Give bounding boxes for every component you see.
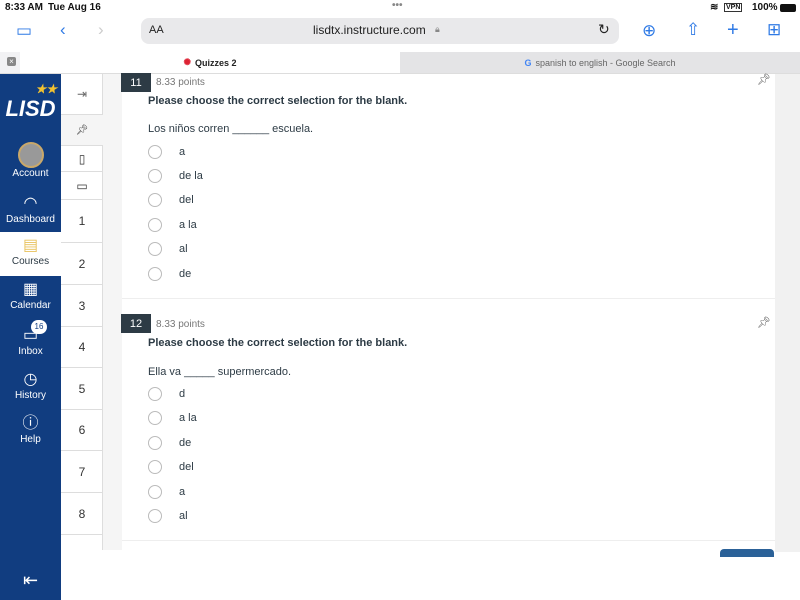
text-size-button[interactable]: AA: [149, 24, 164, 36]
flag-question-icon[interactable]: 📌︎: [757, 316, 771, 329]
radio-button[interactable]: [148, 193, 162, 207]
info-icon: ⓘ: [22, 415, 39, 432]
question-nav-item[interactable]: 4: [61, 327, 103, 368]
question-number: 12: [121, 314, 151, 333]
google-icon: G: [524, 57, 532, 68]
answer-option[interactable]: d: [148, 387, 185, 401]
radio-button[interactable]: [148, 509, 162, 523]
question-nav-item[interactable]: 6: [61, 410, 103, 451]
time: 8:33 AM: [5, 2, 43, 13]
answer-option[interactable]: a la: [148, 411, 197, 425]
expand-icon[interactable]: ⇥: [61, 74, 103, 115]
radio-button[interactable]: [148, 387, 162, 401]
question-title: Please choose the correct selection for …: [148, 95, 408, 107]
answer-option[interactable]: del: [148, 193, 194, 207]
close-tab-icon[interactable]: ×: [7, 57, 16, 66]
tabs-overview-icon[interactable]: ⊞: [767, 20, 781, 40]
collapse-nav-icon[interactable]: ⇤: [0, 570, 61, 591]
answer-option[interactable]: de: [148, 267, 191, 281]
answer-option[interactable]: a: [148, 145, 185, 159]
nav-inbox[interactable]: ▭ Inbox 16: [0, 320, 61, 357]
clock-icon: ◷: [23, 371, 38, 388]
lock-icon: 🔒︎: [435, 24, 440, 34]
avatar: [17, 142, 44, 168]
question-text: Ella va _____ supermercado.: [148, 366, 292, 378]
tab-google-search[interactable]: G spanish to english - Google Search: [400, 52, 800, 73]
question-nav-item[interactable]: 2: [61, 243, 103, 285]
radio-button[interactable]: [148, 485, 162, 499]
battery-icon: [780, 4, 796, 12]
vpn-badge: VPN: [724, 3, 743, 12]
radio-button[interactable]: [148, 436, 162, 450]
question-nav-item[interactable]: 3: [61, 285, 103, 327]
radio-button[interactable]: [148, 145, 162, 159]
battery-text: 100%: [752, 2, 778, 13]
question-nav-item[interactable]: 8: [61, 493, 103, 535]
tab-label: spanish to english - Google Search: [535, 57, 676, 68]
tab-bar: × ✺ Quizzes 2 G spanish to english - Goo…: [0, 52, 800, 74]
quiz-content: [122, 74, 775, 540]
more-dots-icon[interactable]: •••: [392, 0, 403, 11]
nav-account[interactable]: Account: [0, 142, 61, 179]
share-icon[interactable]: ⇧: [686, 20, 700, 40]
divider: [122, 540, 775, 541]
radio-button[interactable]: [148, 411, 162, 425]
question-nav: ⇥ 📌︎ ▯ ▭ 1 2 3 4 5 6 7 8: [61, 74, 103, 550]
answer-option[interactable]: al: [148, 509, 188, 523]
question-title: Please choose the correct selection for …: [148, 337, 408, 349]
divider: [122, 298, 775, 299]
download-icon[interactable]: ⊕: [642, 21, 656, 41]
reload-icon[interactable]: ↻: [598, 21, 610, 38]
browser-toolbar: ▭ ‹ › AA lisdtx.instructure.com 🔒︎ ↻ ⊕ ⇧…: [0, 17, 800, 52]
question-nav-item[interactable]: 1: [61, 200, 103, 243]
radio-button[interactable]: [148, 218, 162, 232]
status-bar: 8:33 AM Tue Aug 16 ••• ≋ VPN 100%: [0, 0, 800, 17]
answer-option[interactable]: a la: [148, 218, 197, 232]
nav-courses[interactable]: ▤ Courses: [0, 232, 61, 276]
radio-button[interactable]: [148, 460, 162, 474]
sidebar-icon[interactable]: ▭: [16, 21, 32, 41]
question-nav-item[interactable]: 7: [61, 451, 103, 493]
answer-option[interactable]: de: [148, 436, 191, 450]
url-text[interactable]: lisdtx.instructure.com: [313, 23, 426, 37]
wifi-icon: ≋: [710, 2, 719, 13]
gauge-icon: ◠: [23, 195, 38, 212]
question-nav-item[interactable]: 5: [61, 368, 103, 410]
question-points: 8.33 points: [156, 319, 205, 330]
address-bar[interactable]: AA lisdtx.instructure.com 🔒︎ ↻: [141, 18, 619, 44]
question-text: Los niños corren ______ escuela.: [148, 123, 314, 135]
nav-calendar[interactable]: ▦ Calendar: [0, 280, 61, 311]
list-icon[interactable]: ▭: [61, 172, 103, 200]
nav-dashboard[interactable]: ◠ Dashboard: [0, 194, 61, 225]
flag-question-icon[interactable]: 📌︎: [757, 73, 771, 86]
tab-quizzes[interactable]: ✺ Quizzes 2: [20, 52, 400, 73]
gutter: [103, 74, 122, 550]
date: Tue Aug 16: [48, 2, 101, 13]
lisd-logo[interactable]: ★★ LISD: [0, 82, 61, 122]
page-icon[interactable]: ▯: [61, 146, 103, 172]
question-points: 8.33 points: [156, 77, 205, 88]
back-icon[interactable]: ‹: [60, 20, 66, 40]
nav-help[interactable]: ⓘ Help: [0, 414, 61, 445]
pin-icon[interactable]: 📌︎: [61, 115, 103, 146]
answer-option[interactable]: del: [148, 460, 194, 474]
radio-button[interactable]: [148, 242, 162, 256]
answer-option[interactable]: a: [148, 485, 185, 499]
radio-button[interactable]: [148, 169, 162, 183]
question-number: 11: [121, 73, 151, 92]
radio-button[interactable]: [148, 267, 162, 281]
forward-icon[interactable]: ›: [98, 20, 104, 40]
inbox-badge: 16: [31, 320, 47, 334]
answer-option[interactable]: de la: [148, 169, 203, 183]
nav-history[interactable]: ◷ History: [0, 370, 61, 401]
tab-label: Quizzes 2: [195, 57, 237, 68]
next-button[interactable]: [720, 549, 774, 557]
canvas-logo-icon: ✺: [183, 57, 192, 67]
book-icon: ▤: [22, 237, 39, 254]
new-tab-icon[interactable]: +: [727, 19, 739, 42]
calendar-icon: ▦: [22, 281, 39, 298]
answer-option[interactable]: al: [148, 242, 188, 256]
global-nav: ★★ LISD Account ◠ Dashboard ▤ Courses ▦ Cale…: [0, 74, 61, 600]
scroll-gutter: [775, 74, 800, 552]
